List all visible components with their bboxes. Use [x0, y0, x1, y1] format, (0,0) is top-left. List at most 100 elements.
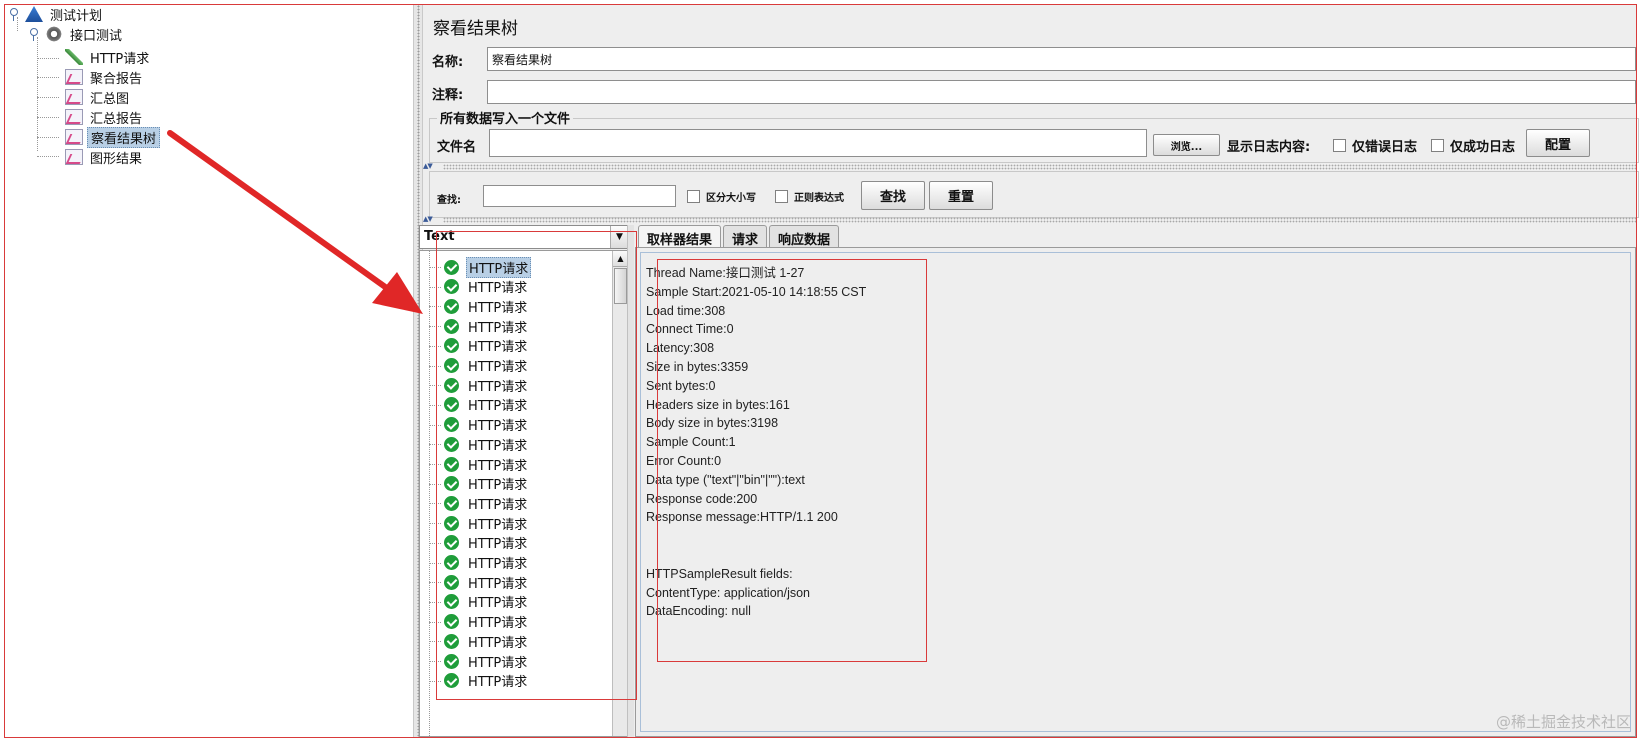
result-item[interactable]: HTTP请求	[429, 277, 529, 297]
regex-checkbox[interactable]: 正则表达式	[775, 189, 844, 204]
checkbox-box[interactable]	[1333, 139, 1346, 152]
sampler-result-line: Connect Time:0	[646, 322, 734, 337]
search-input[interactable]	[483, 185, 676, 207]
result-item[interactable]: HTTP请求	[429, 434, 529, 454]
tree-connector	[429, 345, 441, 347]
green-shield-check-icon	[444, 535, 459, 551]
tree-item-summary-graph[interactable]: 汇总图	[65, 87, 132, 107]
result-item-label: HTTP请求	[468, 478, 528, 494]
sampler-result-text[interactable]: Thread Name:接口测试 1-27 Sample Start:2021-0…	[646, 264, 866, 621]
result-item[interactable]: HTTP请求	[429, 256, 532, 278]
result-item-label: HTTP请求	[468, 419, 528, 435]
sampler-result-line: Latency:308	[646, 341, 715, 356]
tree-connector	[429, 523, 441, 525]
chart-icon	[65, 69, 83, 85]
tree-item-summary-report[interactable]: 汇总报告	[65, 107, 145, 127]
filename-field[interactable]	[489, 129, 1147, 157]
sampler-result-line: HTTPSampleResult fields:	[646, 566, 793, 581]
result-item[interactable]: HTTP请求	[429, 415, 529, 435]
green-shield-check-icon	[444, 495, 459, 511]
chart-icon	[65, 129, 83, 145]
find-button[interactable]: 查找	[861, 181, 925, 210]
result-item[interactable]: HTTP请求	[429, 572, 529, 592]
result-item-label: HTTP请求	[468, 340, 528, 356]
result-item[interactable]: HTTP请求	[429, 336, 529, 356]
splitter-band[interactable]	[443, 217, 1636, 223]
result-item-label: HTTP请求	[468, 399, 528, 415]
comment-field[interactable]	[487, 80, 1636, 104]
result-item[interactable]: HTTP请求	[429, 533, 529, 553]
sampler-result-line: Headers size in bytes:161	[646, 397, 790, 412]
chart-icon	[65, 149, 83, 165]
green-shield-check-icon	[444, 377, 459, 393]
result-item[interactable]: HTTP请求	[429, 316, 529, 336]
case-sensitive-checkbox[interactable]: 区分大小写	[687, 189, 756, 204]
tree-connector	[429, 621, 441, 623]
sampler-result-line: ContentType: application/json	[646, 585, 810, 600]
checkbox-box[interactable]	[687, 190, 700, 203]
scroll-thumb[interactable]	[614, 268, 627, 304]
result-item[interactable]: HTTP请求	[429, 474, 529, 494]
result-item-label: HTTP请求	[468, 300, 528, 316]
vertical-scrollbar[interactable]: ▲	[612, 251, 628, 736]
expand-toggle-icon[interactable]	[27, 27, 39, 41]
checkbox-box[interactable]	[775, 190, 788, 203]
tree-item-aggregate-report[interactable]: 聚合报告	[65, 67, 145, 87]
result-item[interactable]: HTTP请求	[429, 631, 529, 651]
tree-connector	[429, 582, 441, 584]
result-item[interactable]: HTTP请求	[429, 553, 529, 573]
green-shield-check-icon	[444, 594, 459, 610]
result-item[interactable]: HTTP请求	[429, 592, 529, 612]
tree-item-http-request[interactable]: HTTP请求	[65, 47, 152, 67]
tree-item-test-plan[interactable]: 测试计划	[7, 4, 105, 24]
result-item-label: HTTP请求	[468, 576, 528, 592]
splitter-band[interactable]	[443, 164, 1636, 170]
list-detail-divider[interactable]	[627, 225, 634, 737]
result-item[interactable]: HTTP请求	[429, 395, 529, 415]
result-item[interactable]: HTTP请求	[429, 612, 529, 632]
log-content-label: 显示日志内容:	[1227, 140, 1311, 155]
green-shield-check-icon	[444, 279, 459, 295]
gear-icon	[45, 26, 63, 42]
checkbox-box[interactable]	[1431, 139, 1444, 152]
scroll-up-icon[interactable]: ▲	[613, 251, 628, 267]
green-shield-check-icon	[444, 476, 459, 492]
sampler-result-line: Response code:200	[646, 491, 758, 506]
result-item[interactable]: HTTP请求	[429, 356, 529, 376]
errors-only-checkbox[interactable]: 仅错误日志	[1333, 136, 1417, 155]
result-item[interactable]: HTTP请求	[429, 651, 529, 671]
name-field[interactable]: 察看结果树	[487, 47, 1636, 71]
search-label: 查找:	[437, 195, 461, 206]
collapse-arrows-icon[interactable]: ▲▼	[423, 215, 433, 223]
result-item[interactable]: HTTP请求	[429, 513, 529, 533]
result-item[interactable]: HTTP请求	[429, 296, 529, 316]
expand-toggle-icon[interactable]	[7, 7, 19, 21]
tree-connector	[429, 444, 441, 446]
success-only-checkbox[interactable]: 仅成功日志	[1431, 136, 1515, 155]
tree-item-view-results-tree[interactable]: 察看结果树	[65, 126, 161, 148]
chevron-down-icon[interactable]: ▼	[610, 226, 628, 248]
result-item[interactable]: HTTP请求	[429, 375, 529, 395]
result-item-label: HTTP请求	[468, 596, 528, 612]
green-shield-check-icon	[444, 673, 459, 689]
result-item[interactable]: HTTP请求	[429, 493, 529, 513]
tree-item-label: 测试计划	[50, 8, 103, 24]
browse-button[interactable]: 浏览...	[1153, 134, 1220, 156]
result-item-label: HTTP请求	[468, 537, 528, 553]
tree-connector	[429, 641, 441, 643]
tree-connector	[429, 542, 441, 544]
configure-button[interactable]: 配置	[1526, 129, 1590, 157]
result-item-label: HTTP请求	[466, 256, 532, 278]
renderer-select[interactable]: Text ▼	[419, 225, 629, 249]
tree-connector	[429, 483, 441, 485]
tree-connector	[37, 97, 59, 98]
reset-button[interactable]: 重置	[929, 181, 993, 210]
result-item[interactable]: HTTP请求	[429, 454, 529, 474]
tree-item-graph-results[interactable]: 图形结果	[65, 147, 145, 167]
result-item[interactable]: HTTP请求	[429, 671, 529, 691]
tree-connector	[37, 117, 59, 118]
green-shield-check-icon	[444, 555, 459, 570]
collapse-arrows-icon[interactable]: ▲▼	[423, 162, 433, 170]
write-to-file-title: 所有数据写入一个文件	[437, 108, 574, 127]
tree-item-thread-group[interactable]: 接口测试	[27, 24, 125, 44]
